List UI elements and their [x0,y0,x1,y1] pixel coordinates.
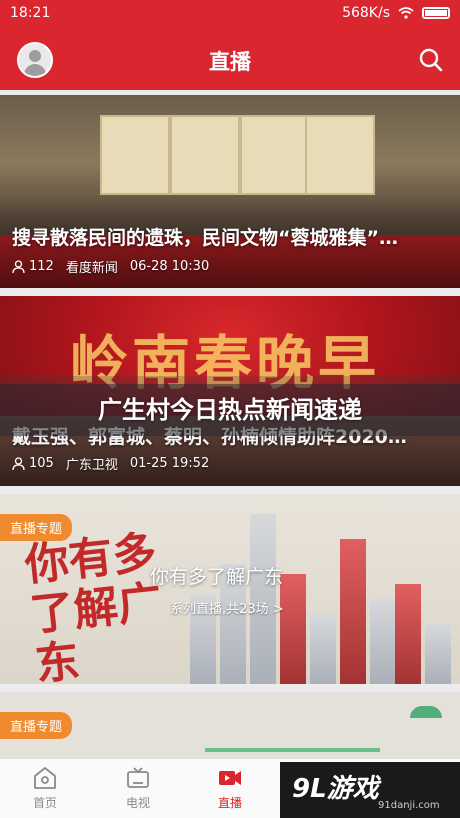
topic-card[interactable]: 直播专题 [0,692,460,758]
card-meta: 112 看度新闻 06-28 10:30 [12,257,209,276]
tab-home[interactable]: 首页 [10,759,80,818]
tab-tv[interactable]: 电视 [103,759,173,818]
person-icon [12,260,25,273]
view-count: 105 [29,456,54,471]
tv-icon [127,767,149,788]
wifi-icon [398,7,414,19]
person-icon [12,457,25,470]
tab-label: 电视 [125,796,150,810]
page-title: 直播 [209,50,251,74]
search-icon[interactable] [418,47,444,73]
watermark: 9L游戏 91danji.com [280,762,460,818]
card-title: 你有多了解广东 [150,566,284,588]
tab-label: 首页 [32,796,57,810]
watermark-logo: 9L游戏 [292,774,379,804]
card-source: 看度新闻 [65,261,118,276]
live-card-1[interactable]: 搜寻散落民间的遗珠，民间文物“蓉城雅集”… 112 看度新闻 06-28 10:… [0,95,460,288]
battery-icon [422,7,450,19]
watermark-url: 91danji.com [378,800,440,811]
home-icon [34,767,56,789]
card-datetime: 06-28 10:30 [129,259,210,274]
status-bar: 18:21 568K/s [0,0,460,28]
topic-tag: 直播专题 [0,712,73,739]
live-video-icon [219,771,241,785]
topic-tag: 直播专题 [0,514,73,541]
card-source: 广东卫视 [65,458,118,473]
tab-live[interactable]: 直播 [195,759,265,818]
card-title: 搜寻散落民间的遗珠，民间文物“蓉城雅集”… [12,227,398,249]
network-speed: 568K/s [342,5,390,21]
series-link[interactable]: 系列直播,共23场 > [170,598,284,617]
overlay-headline: 广生村今日热点新闻速递 [0,384,460,436]
tab-label: 直播 [217,796,242,810]
card-datetime: 01-25 19:52 [129,456,210,471]
calligraphy-text: 你有多了解广东 [22,526,165,684]
topic-card[interactable]: 你有多了解广东 直播专题 你有多了解广东 系列直播,共23场 > [0,494,460,684]
card-meta: 105 广东卫视 01-25 19:52 [12,454,209,473]
status-time: 18:21 [10,5,51,21]
view-count: 112 [29,259,54,274]
app-header: 直播 [0,28,460,90]
status-indicators: 568K/s [342,5,450,21]
